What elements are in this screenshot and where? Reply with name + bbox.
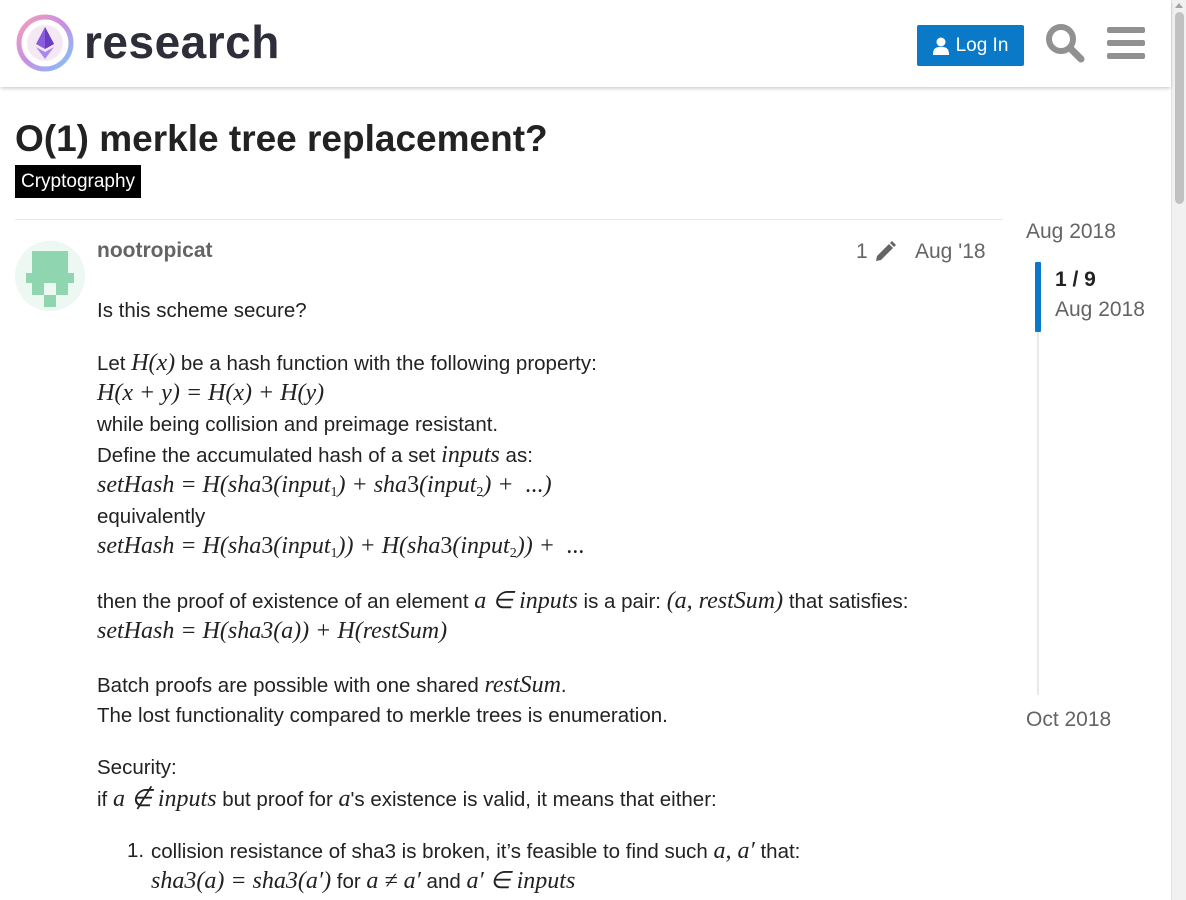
- paragraph: Is this scheme secure?: [97, 299, 307, 322]
- pencil-icon: [875, 241, 896, 261]
- topic-title[interactable]: O(1) merkle tree replacement?: [15, 118, 548, 160]
- math-expression: a ∉ inputs: [112, 786, 217, 812]
- login-button[interactable]: Log In: [917, 25, 1024, 66]
- paragraph: Define the accumulated hash of a set inp…: [97, 442, 533, 468]
- user-icon: [932, 37, 949, 55]
- timeline-position[interactable]: 1 / 9: [1055, 268, 1096, 292]
- math-expression: a ∈ inputs: [474, 588, 578, 614]
- math-expression: restSum: [484, 672, 561, 698]
- category-badge[interactable]: Cryptography: [15, 165, 142, 198]
- list-item: collision resistance of sha3 is broken, …: [151, 838, 801, 864]
- divider: [15, 219, 1003, 220]
- timeline-handle[interactable]: [1035, 262, 1041, 332]
- post-username[interactable]: nootropicat: [97, 239, 213, 263]
- paragraph: Batch proofs are possible with one share…: [97, 672, 567, 698]
- paragraph: while being collision and preimage resis…: [97, 413, 499, 436]
- research-logo-icon[interactable]: [16, 14, 74, 72]
- scrollbar-thumb[interactable]: [1175, 12, 1184, 204]
- math-expression: a′ ∈ inputs: [466, 868, 576, 894]
- edit-history-button[interactable]: 1: [856, 240, 896, 264]
- math-expression: a, a′: [713, 838, 755, 864]
- login-label: Log In: [955, 34, 1009, 56]
- list-item-number: 1.: [127, 839, 145, 862]
- math-expression: setHash = H(sha3(input1)) + H(sha3(input…: [97, 533, 585, 561]
- avatar[interactable]: [15, 241, 85, 311]
- math-expression: H(x): [131, 350, 176, 376]
- timeline-end-date[interactable]: Oct 2018: [1026, 708, 1111, 732]
- paragraph: The lost functionality compared to merkl…: [97, 704, 668, 727]
- page-scrollbar[interactable]: [1171, 0, 1186, 900]
- site-header: research Log In: [0, 0, 1171, 87]
- math-expression: a: [338, 786, 351, 812]
- timeline-position-date: Aug 2018: [1055, 298, 1145, 321]
- site-brand[interactable]: research: [84, 12, 280, 72]
- search-icon[interactable]: [1045, 23, 1085, 63]
- math-expression: a ≠ a′: [366, 868, 421, 894]
- math-expression: (a, restSum): [666, 588, 784, 614]
- math-expression: inputs: [441, 442, 500, 468]
- paragraph: if a ∉ inputs but proof for a's existenc…: [97, 786, 717, 812]
- math-expression: sha3(a) = sha3(a′): [151, 868, 332, 894]
- post-date[interactable]: Aug '18: [915, 240, 986, 264]
- scroll-up-arrow-icon[interactable]: [1175, 3, 1183, 8]
- paragraph: Security:: [97, 756, 177, 779]
- paragraph: Let H(x) be a hash function with the fol…: [97, 350, 597, 376]
- avatar-pattern-icon: [15, 241, 85, 311]
- hamburger-menu-icon[interactable]: [1107, 25, 1145, 61]
- math-expression: H(x + y) = H(x) + H(y): [97, 380, 325, 406]
- paragraph: then the proof of existence of an elemen…: [97, 588, 909, 614]
- list-item: sha3(a) = sha3(a′) for a ≠ a′ and a′ ∈ i…: [151, 868, 576, 894]
- paragraph: equivalently: [97, 505, 206, 528]
- timeline-start-date[interactable]: Aug 2018: [1026, 220, 1116, 244]
- math-expression: setHash = H(sha3(a)) + H(restSum): [97, 618, 448, 644]
- edit-count: 1: [856, 240, 868, 263]
